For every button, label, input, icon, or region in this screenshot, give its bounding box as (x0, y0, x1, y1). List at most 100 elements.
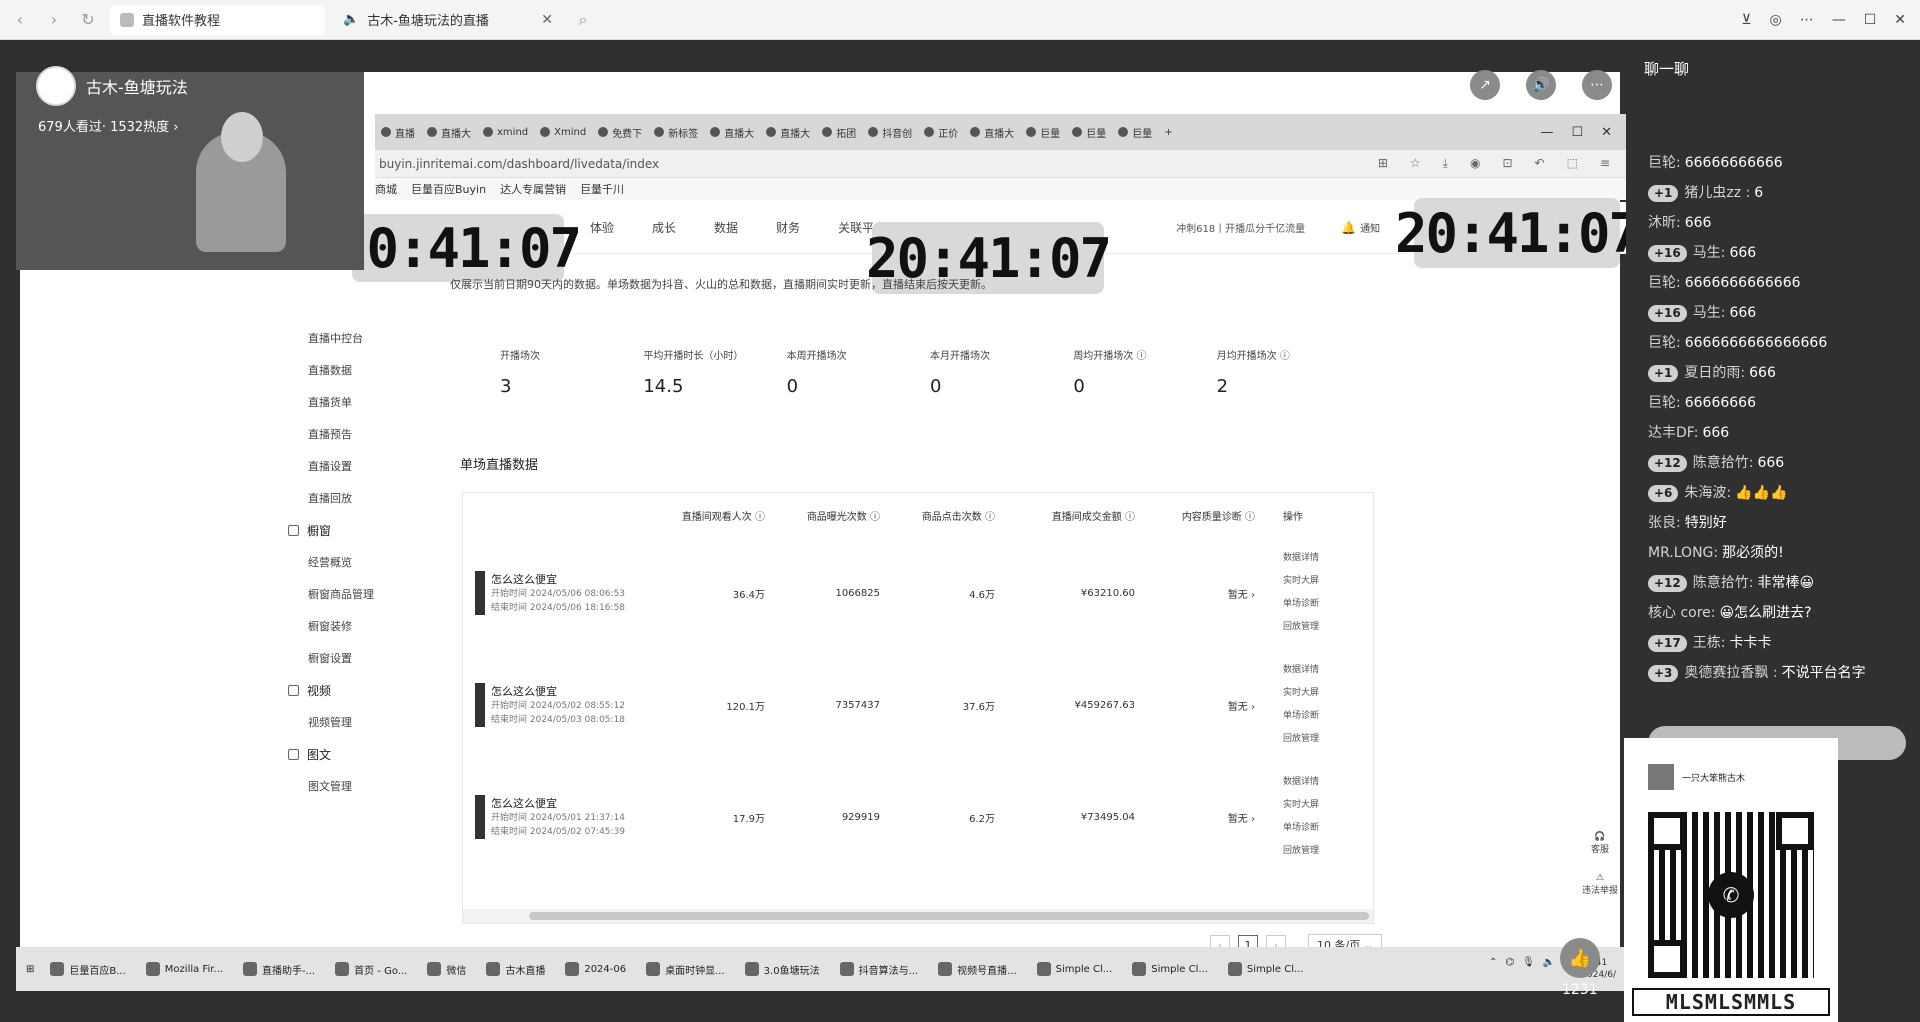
sidebar-item[interactable]: 直播回放 (280, 482, 410, 514)
chat-username[interactable]: 沐昕: (1648, 208, 1681, 238)
scrollbar-thumb[interactable] (529, 912, 1369, 920)
sidebar-item[interactable]: 经营概览 (280, 546, 410, 578)
sidebar-item[interactable]: 图文管理 (280, 770, 410, 802)
inner-tab[interactable]: 新标签 (648, 125, 704, 140)
bookmark-item[interactable]: 商城 (375, 181, 397, 197)
anchor-info[interactable]: 古木-鱼塘玩法 (36, 66, 188, 106)
sidebar-item[interactable]: 视频管理 (280, 706, 410, 738)
inner-tab[interactable]: 抖音创 (862, 125, 918, 140)
bookmark-item[interactable]: 巨量百应Buyin (411, 181, 486, 197)
viewer-stats[interactable]: 679人看过· 1532热度 › (38, 116, 179, 135)
new-tab-icon[interactable]: + (1164, 127, 1172, 138)
customer-service-button[interactable]: 🎧 客服 (1580, 832, 1620, 855)
taskbar-item[interactable]: 古木直播 (486, 962, 545, 977)
thumbs-up-icon[interactable]: 👍 (1560, 938, 1600, 978)
inner-tab[interactable]: 拓团 (816, 125, 862, 140)
inner-tab[interactable]: 直播 (375, 125, 421, 140)
op-session-diagnosis[interactable]: 单场诊断 (1283, 817, 1335, 840)
sidebar-item[interactable]: 橱窗装修 (280, 610, 410, 642)
taskbar-item[interactable]: 巨量百应B... (50, 962, 125, 977)
inner-tab[interactable]: 直播大 (421, 125, 477, 140)
chat-username[interactable]: 巨轮: (1648, 328, 1681, 358)
volume-icon[interactable]: 🔈 (1543, 957, 1555, 981)
more-icon[interactable]: ⋯ (1582, 70, 1612, 100)
op-realtime-screen[interactable]: 实时大屏 (1283, 682, 1335, 705)
more-icon[interactable]: ⋯ (1800, 12, 1814, 28)
taskbar-item[interactable]: 抖音算法与... (840, 962, 919, 977)
forward-icon[interactable]: › (40, 6, 68, 34)
sidebar-item[interactable]: 直播货单 (280, 386, 410, 418)
inner-tab[interactable]: 免费下 (592, 125, 648, 140)
chat-username[interactable]: 马生: (1693, 298, 1726, 328)
search-icon[interactable]: ⌕ (569, 6, 597, 34)
op-replay-manage[interactable]: 回放管理 (1283, 840, 1335, 863)
globe-icon[interactable]: ◎ (1769, 12, 1781, 28)
chat-username[interactable]: MR.LONG: (1648, 538, 1718, 568)
crop-icon[interactable]: ⊡ (1502, 156, 1512, 171)
op-data-detail[interactable]: 数据详情 (1283, 771, 1335, 794)
sidebar-item[interactable]: 橱窗设置 (280, 642, 410, 674)
inner-tab[interactable]: 直播大 (964, 125, 1020, 140)
chat-username[interactable]: 陈意拾竹: (1693, 448, 1754, 478)
promo-banner[interactable]: 冲刺618丨开播瓜分千亿流量 (1176, 220, 1305, 235)
horizontal-scrollbar[interactable] (463, 909, 1373, 923)
network-icon[interactable]: ⌬ (1505, 957, 1514, 981)
chat-username[interactable]: 巨轮: (1648, 148, 1681, 178)
inner-tab[interactable]: xmind (477, 127, 534, 138)
sidebar-item[interactable]: 直播数据 (280, 354, 410, 386)
refresh-icon[interactable]: ↻ (74, 6, 102, 34)
inner-tab[interactable]: 正价 (918, 125, 964, 140)
chat-username[interactable]: 张良: (1648, 508, 1681, 538)
notify-label[interactable]: 通知 (1360, 220, 1380, 235)
inner-tab[interactable]: 巨量 (1112, 125, 1158, 140)
tab-live-stream[interactable]: 🔈 古木-鱼塘玩法的直播 ✕ (333, 5, 563, 35)
op-realtime-screen[interactable]: 实时大屏 (1283, 794, 1335, 817)
inner-tab[interactable]: Xmind (534, 127, 592, 138)
diagnosis-link[interactable]: 暂无 › (1143, 698, 1263, 713)
taskbar-item[interactable]: Mozilla Fir... (146, 962, 223, 976)
minimize-icon[interactable]: — (1832, 12, 1846, 28)
diagnosis-link[interactable]: 暂无 › (1143, 810, 1263, 825)
chat-username[interactable]: 猪儿虫zz : (1684, 178, 1750, 208)
sidebar-item[interactable]: 直播预告 (280, 418, 410, 450)
nav-item-experience[interactable]: 体验 (590, 219, 614, 236)
translate-icon[interactable]: ⊞ (1378, 156, 1388, 171)
taskbar-item[interactable]: 3.0鱼塘玩法 (745, 962, 820, 977)
chat-username[interactable]: 核心 core: (1648, 598, 1716, 628)
back-icon[interactable]: ‹ (6, 6, 34, 34)
chat-username[interactable]: 夏日的雨: (1684, 358, 1745, 388)
bell-icon[interactable]: 🔔 (1341, 221, 1356, 235)
nav-item-data[interactable]: 数据 (714, 219, 738, 236)
anchor-name[interactable]: 古木-鱼塘玩法 (86, 74, 188, 98)
tab-tutorial[interactable]: 直播软件教程 (110, 4, 325, 35)
taskbar-item[interactable]: 首页 - Go... (335, 962, 407, 977)
chat-username[interactable]: 达丰DF: (1648, 418, 1698, 448)
chevron-up-icon[interactable]: ⌃ (1489, 957, 1497, 981)
account-icon[interactable]: ◉ (1470, 156, 1480, 171)
address-bar[interactable]: buyin.jinritemai.com/dashboard/livedata/… (375, 150, 1630, 178)
op-session-diagnosis[interactable]: 单场诊断 (1283, 705, 1335, 728)
taskbar-item[interactable]: Simple Cl... (1037, 962, 1113, 976)
avatar[interactable] (36, 66, 76, 106)
sidebar-group[interactable]: 橱窗 (280, 514, 410, 546)
sidebar-item[interactable]: 直播设置 (280, 450, 410, 482)
taskbar-item[interactable]: 桌面时钟显... (646, 962, 725, 977)
chat-username[interactable]: 陈意拾竹: (1693, 568, 1754, 598)
taskbar-item[interactable]: 视频号直播... (938, 962, 1017, 977)
maximize-icon[interactable]: ☐ (1864, 12, 1877, 28)
diagnosis-link[interactable]: 暂无 › (1143, 586, 1263, 601)
windows-start-icon[interactable]: ⊞ (26, 964, 34, 975)
download-icon[interactable]: ⤓ (1443, 156, 1448, 171)
menu-icon[interactable]: ≡ (1600, 156, 1610, 171)
inner-tab[interactable]: 直播大 (704, 125, 760, 140)
chat-username[interactable]: 巨轮: (1648, 388, 1681, 418)
sidebar-item[interactable]: 橱窗商品管理 (280, 578, 410, 610)
bookmark-item[interactable]: 巨量千川 (580, 181, 624, 197)
op-replay-manage[interactable]: 回放管理 (1283, 616, 1335, 639)
inner-tab[interactable]: 直播大 (760, 125, 816, 140)
close-icon[interactable]: ✕ (1601, 125, 1612, 140)
volume-icon[interactable]: 🔊 (1526, 70, 1556, 100)
share-icon[interactable]: ↗ (1470, 70, 1500, 100)
undo-icon[interactable]: ↶ (1535, 156, 1545, 171)
op-data-detail[interactable]: 数据详情 (1283, 659, 1335, 682)
